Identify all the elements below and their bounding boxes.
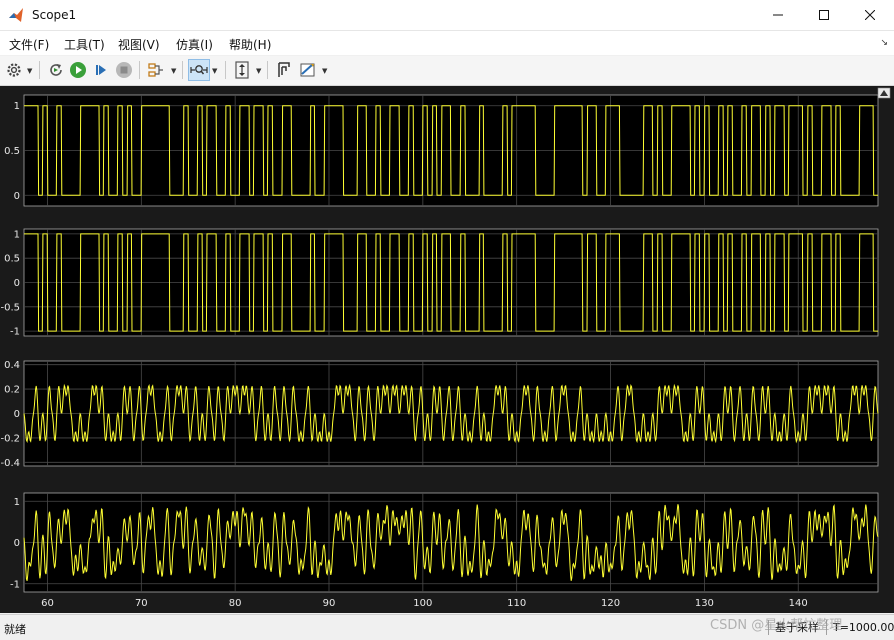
toolbar: ▼ ▼ ▼ ▼ ▼ [0,56,894,86]
y-tick-label: 0.4 [4,360,20,371]
settings-button[interactable] [3,59,25,81]
y-tick-label: 0 [14,409,20,420]
scale-dropdown-icon[interactable]: ▼ [256,67,261,75]
x-tick-label: 100 [413,598,432,609]
y-tick-label: 0 [14,278,20,289]
maximize-button[interactable] [801,0,847,30]
style-dropdown-icon[interactable]: ▼ [322,67,327,75]
y-tick-label: -1 [10,327,20,338]
x-tick-label: 70 [135,598,148,609]
y-tick-label: 1 [14,101,20,112]
y-tick-label: 1 [14,497,20,508]
y-tick-label: 0.2 [4,385,20,396]
stop-button[interactable] [113,59,135,81]
undock-axes-button[interactable] [877,87,891,99]
y-tick-label: 0.5 [4,254,20,265]
scope-axes-1[interactable]: 10.50 [4,94,879,207]
dock-arrow-icon[interactable]: ↘ [880,38,888,48]
matlab-logo-icon [9,8,23,22]
y-tick-label: 0.5 [4,146,20,157]
scale-y-icon [235,61,249,79]
x-tick-label: 80 [229,598,242,609]
restore-button[interactable] [45,59,67,81]
zoom-axes-icon [190,65,208,75]
stop-icon [116,62,132,78]
x-tick-label: 140 [789,598,808,609]
scope-axes-4[interactable]: 1 0 -1 [10,492,879,593]
menu-view[interactable]: 视图(V) [118,36,160,53]
step-forward-icon [96,65,106,75]
toolbar-separator [182,61,183,79]
title-bar: Scope1 [0,0,894,31]
cursor-icon [278,62,290,77]
run-button[interactable] [67,59,89,81]
scope-axes-2[interactable]: 1 0.5 0 -0.5 -1 [0,228,879,338]
gear-icon [7,63,21,77]
cursor-button[interactable] [273,59,295,81]
scope-display[interactable]: 1 0.5 0 1 0.5 0 -0.5 -1 0.4 0.2 0 -0.2 -0.4 1 0 -1 60 70 8… [0,86,894,613]
scale-y-button[interactable] [231,59,253,81]
maximize-icon [819,10,829,20]
settings-dropdown-icon[interactable]: ▼ [27,67,32,75]
style-button[interactable] [297,59,319,81]
run-icon [70,62,86,78]
y-tick-label: -0.2 [0,433,20,444]
x-tick-label: 60 [41,598,54,609]
zoom-button[interactable] [188,59,210,81]
toolbar-separator [39,61,40,79]
close-button[interactable] [847,0,893,30]
y-tick-label: -0.4 [0,458,20,469]
y-tick-label: 0 [14,538,20,549]
signal-select-dropdown-icon[interactable]: ▼ [171,67,176,75]
signal-select-icon [148,63,163,77]
csdn-watermark: CSDN @星火帮忙整理 [710,618,843,633]
menu-file[interactable]: 文件(F) [9,36,49,53]
menu-bar: 文件(F) 工具(T) 视图(V) 仿真(I) 帮助(H) ↘ [0,31,894,55]
y-tick-label: -1 [10,579,20,590]
status-text: 就绪 [4,623,26,636]
y-tick-label: 0 [14,191,20,202]
x-tick-label: 110 [507,598,526,609]
minimize-button[interactable] [755,0,801,30]
style-icon [300,63,315,77]
scope-plots[interactable]: 10.5010.50-0.5-10.40.20-0.2-0.410-160 70 8… [0,86,894,613]
y-tick-label: -0.5 [0,302,20,313]
minimize-icon [773,14,783,16]
restore-icon [50,64,62,76]
menu-simulation[interactable]: 仿真(I) [176,36,213,53]
close-icon [865,10,875,20]
x-tick-label: 120 [601,598,620,609]
x-tick-label: 130 [695,598,714,609]
scope-axes-3[interactable]: 0.4 0.2 0 -0.2 -0.4 [0,360,879,469]
menu-tools[interactable]: 工具(T) [64,36,105,53]
toolbar-separator [139,61,140,79]
toolbar-separator [267,61,268,79]
menu-help[interactable]: 帮助(H) [229,36,271,53]
zoom-dropdown-icon[interactable]: ▼ [212,67,217,75]
signal-select-button[interactable] [145,59,167,81]
step-forward-button[interactable] [90,59,112,81]
y-tick-label: 1 [14,229,20,240]
toolbar-separator [225,61,226,79]
window-title: Scope1 [32,8,77,22]
x-tick-label: 90 [323,598,336,609]
